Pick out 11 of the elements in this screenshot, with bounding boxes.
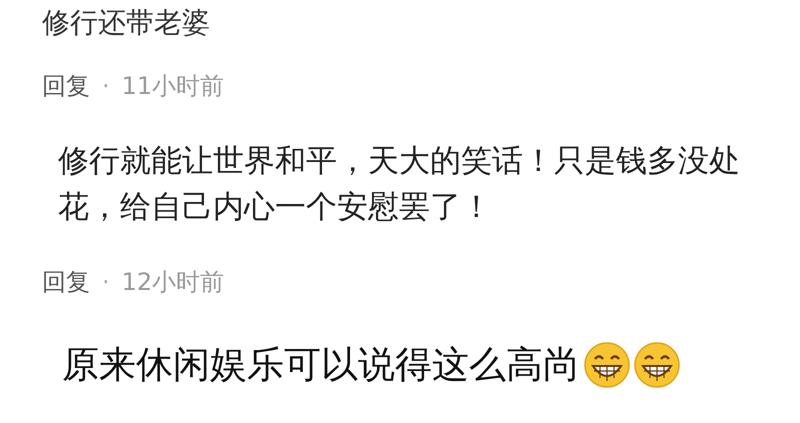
grinning-emoji-icon — [634, 342, 680, 388]
comment-text: 修行就能让世界和平，天大的笑话！只是钱多没处花，给自己内心一个安慰罢了！ — [58, 142, 741, 227]
comment-time: 12小时前 — [122, 270, 224, 294]
reply-link[interactable]: 回复 — [42, 270, 90, 294]
comment-text: 修行还带老婆 — [42, 6, 211, 40]
separator: · — [102, 270, 110, 294]
grinning-emoji-icon — [584, 342, 630, 388]
comment-time: 11小时前 — [122, 74, 224, 98]
comment-text: 原来休闲娱乐可以说得这么高尚 — [62, 342, 580, 388]
separator: · — [102, 74, 110, 98]
reply-link[interactable]: 回复 — [42, 74, 90, 98]
